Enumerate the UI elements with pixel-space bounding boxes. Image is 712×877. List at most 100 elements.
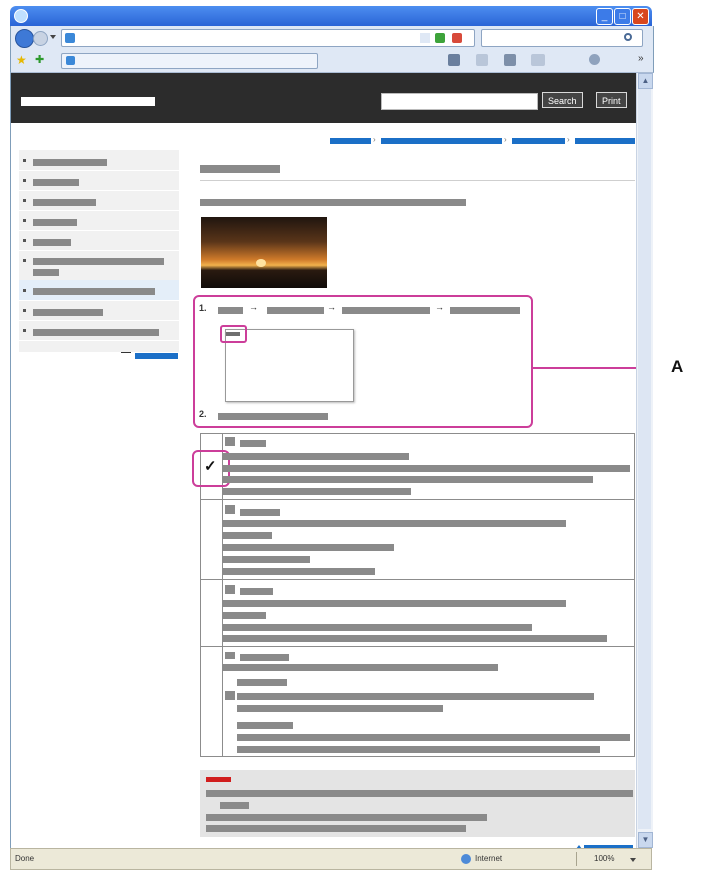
sidebar-item[interactable] [19, 300, 179, 321]
breadcrumb-item[interactable] [330, 138, 371, 144]
sunset-photo [201, 217, 327, 288]
minimize-button[interactable]: _ [596, 8, 613, 25]
checkmark-icon: ✓ [204, 458, 217, 475]
row-icon [225, 691, 235, 700]
intro-text [200, 199, 466, 206]
history-dropdown-icon[interactable] [50, 35, 56, 39]
print-button[interactable]: Print [596, 92, 627, 108]
step-1-menu-item [342, 307, 430, 314]
forward-icon[interactable] [33, 31, 48, 46]
close-button[interactable]: ✕ [632, 8, 649, 25]
arrow-icon: → [327, 302, 336, 312]
row-text-line [222, 544, 394, 551]
bullet-icon [23, 199, 26, 202]
sidebar-item-label [33, 239, 71, 246]
maximize-button[interactable]: □ [614, 8, 631, 25]
tools-gear-icon[interactable] [589, 54, 600, 65]
row-heading [240, 654, 289, 661]
menu-icon-in-thumbnail [226, 332, 240, 336]
address-bar[interactable] [61, 29, 475, 47]
zoom-level[interactable]: 100% [594, 854, 614, 863]
scroll-thumb[interactable] [638, 89, 651, 829]
sidebar-nav [19, 150, 179, 352]
sidebar-item[interactable] [19, 150, 179, 171]
site-search-input[interactable] [381, 93, 538, 110]
row-text-line [222, 453, 409, 460]
breadcrumb-item[interactable] [512, 138, 565, 144]
sidebar-item[interactable] [19, 210, 179, 231]
breadcrumb-separator: › [373, 135, 376, 144]
row-heading [240, 588, 273, 595]
site-logo[interactable] [21, 97, 155, 106]
row-text-line [237, 734, 630, 741]
add-favorite-icon[interactable]: ✚ [35, 54, 44, 66]
sidebar-item-label [33, 309, 103, 316]
sidebar-item[interactable] [19, 250, 179, 281]
sidebar-item[interactable] [19, 230, 179, 251]
favorites-star-icon[interactable]: ★ [16, 54, 27, 66]
row-text-line [222, 465, 630, 472]
row-subheading [237, 679, 287, 686]
page-title [200, 165, 280, 173]
stop-icon[interactable] [452, 33, 462, 43]
sidebar-item-active[interactable] [19, 280, 179, 301]
page-viewport: Search Print › › › 1. → → → 2. ✓ [10, 73, 636, 848]
status-divider [576, 852, 577, 866]
breadcrumb-item[interactable] [575, 138, 635, 144]
print-icon[interactable] [504, 54, 516, 66]
status-bar: Done Internet 100% [10, 848, 652, 870]
scroll-up-icon[interactable]: ▲ [638, 73, 653, 89]
breadcrumb-separator: › [504, 135, 507, 144]
row-subheading [237, 722, 293, 729]
step-2-text [218, 413, 328, 420]
browser-search-input[interactable] [481, 29, 643, 47]
ie-logo-icon [14, 9, 28, 23]
sidebar-item[interactable] [19, 170, 179, 191]
feeds-icon[interactable] [476, 54, 488, 66]
sun-shape [256, 259, 266, 267]
back-icon[interactable] [15, 29, 34, 48]
row-text-line [222, 568, 375, 575]
site-header: Search Print [11, 73, 636, 123]
sidebar-item-label [33, 159, 107, 166]
page-menu-icon[interactable] [531, 54, 545, 66]
step-1-menu-item [267, 307, 324, 314]
callout-leader-line [533, 367, 636, 369]
row-text-line [222, 635, 607, 642]
row-text-line [237, 693, 594, 700]
magnifier-icon[interactable] [624, 33, 632, 41]
title-divider [200, 180, 635, 181]
browser-command-bar: ★ ✚ » [10, 50, 654, 73]
bullet-icon [23, 159, 26, 162]
page-tab[interactable] [61, 53, 318, 69]
breadcrumb-item[interactable] [381, 138, 502, 144]
bullet-icon [23, 309, 26, 312]
vertical-scrollbar[interactable]: ▲ ▼ [636, 73, 653, 848]
sidebar-item-label [33, 199, 96, 206]
bullet-icon [23, 329, 26, 332]
sidebar-more-link[interactable] [135, 353, 178, 359]
note-text-line [206, 790, 633, 797]
overflow-chevron-icon[interactable]: » [638, 54, 644, 64]
refresh-icon[interactable] [435, 33, 445, 43]
scroll-down-icon[interactable]: ▼ [638, 832, 653, 848]
row-icon [225, 652, 235, 659]
row-text-line [222, 476, 593, 483]
sidebar-item[interactable] [19, 320, 179, 341]
address-dropdown-icon[interactable] [420, 33, 430, 43]
step-2-number: 2. [199, 409, 207, 419]
step-1-menu-item [450, 307, 520, 314]
globe-icon [461, 854, 471, 864]
row-text-line [222, 556, 310, 563]
row-text-line [222, 664, 498, 671]
check-table-row-divider [200, 646, 635, 647]
search-button[interactable]: Search [542, 92, 583, 108]
row-heading [240, 509, 280, 516]
sidebar-item-label [33, 179, 79, 186]
tab-page-icon [66, 56, 75, 65]
sidebar-item[interactable] [19, 190, 179, 211]
note-text-line [206, 814, 487, 821]
check-table-row-divider [200, 579, 635, 580]
zoom-dropdown-icon[interactable] [630, 858, 636, 862]
home-icon[interactable] [448, 54, 460, 66]
